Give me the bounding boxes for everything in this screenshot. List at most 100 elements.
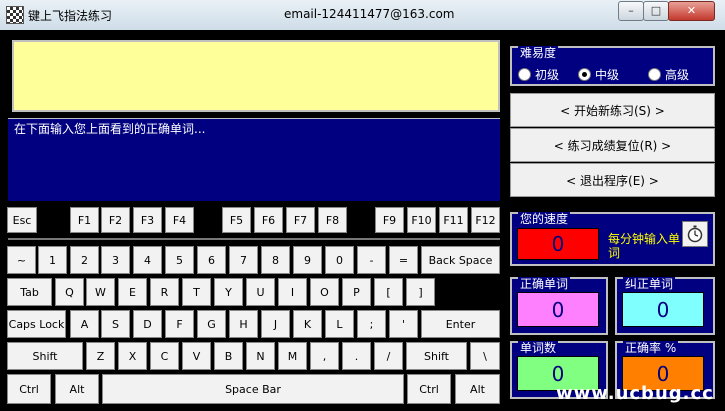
maximize-button[interactable]: □ [643, 1, 669, 21]
speed-unit: 每分钟输入单词 [608, 232, 681, 260]
key-w[interactable]: W [86, 278, 115, 306]
speed-label: 您的速度 [518, 212, 571, 226]
difficulty-advanced[interactable]: 高级 [648, 66, 689, 83]
key-gap [360, 207, 363, 233]
key-backspace[interactable]: Back Space [421, 246, 500, 274]
key-f8[interactable]: F8 [318, 207, 347, 233]
key-tab[interactable]: Tab [7, 278, 52, 306]
key-4[interactable]: 4 [133, 246, 162, 274]
key-left-bracket[interactable]: [ [374, 278, 403, 306]
key-6[interactable]: 6 [197, 246, 226, 274]
radio-icon [648, 68, 661, 81]
key-s[interactable]: S [101, 310, 130, 338]
key-left-ctrl[interactable]: Ctrl [7, 374, 51, 404]
key-f1[interactable]: F1 [70, 207, 99, 233]
key-f3[interactable]: F3 [133, 207, 162, 233]
correct-words-value: 0 [517, 292, 599, 327]
key-f12[interactable]: F12 [471, 207, 500, 233]
key-1[interactable]: 1 [38, 246, 67, 274]
key-q[interactable]: Q [55, 278, 84, 306]
typing-input[interactable] [10, 137, 500, 201]
exit-program-button[interactable]: < 退出程序(E) > [510, 163, 715, 197]
key-equals[interactable]: = [389, 246, 418, 274]
key-backslash[interactable]: \ [470, 342, 500, 370]
key-9[interactable]: 9 [293, 246, 322, 274]
key-left-shift[interactable]: Shift [7, 342, 83, 370]
key-f2[interactable]: F2 [101, 207, 130, 233]
key-right-shift[interactable]: Shift [406, 342, 467, 370]
timer-button[interactable] [682, 221, 708, 247]
key-p[interactable]: P [342, 278, 371, 306]
key-right-ctrl[interactable]: Ctrl [407, 374, 451, 404]
key-r[interactable]: R [150, 278, 179, 306]
key-7[interactable]: 7 [229, 246, 258, 274]
minimize-button[interactable]: – [618, 1, 644, 21]
key-f11[interactable]: F11 [439, 207, 468, 233]
key-right-bracket[interactable]: ] [406, 278, 435, 306]
correct-words-label: 正确单词 [518, 277, 571, 291]
key-g[interactable]: G [197, 310, 226, 338]
key-k[interactable]: K [293, 310, 322, 338]
difficulty-beginner[interactable]: 初级 [518, 66, 559, 83]
key-j[interactable]: J [261, 310, 290, 338]
key-2[interactable]: 2 [70, 246, 99, 274]
key-right-alt[interactable]: Alt [455, 374, 500, 404]
key-esc[interactable]: Esc [7, 207, 37, 233]
window-title: 键上飞指法练习 [28, 9, 113, 23]
keyboard-divider [8, 238, 500, 240]
reset-score-button[interactable]: < 练习成绩复位(R) > [510, 128, 715, 162]
key-f10[interactable]: F10 [407, 207, 436, 233]
key-e[interactable]: E [118, 278, 147, 306]
key-enter[interactable]: Enter [421, 310, 500, 338]
key-i[interactable]: I [278, 278, 307, 306]
key-z[interactable]: Z [86, 342, 115, 370]
key-u[interactable]: U [246, 278, 275, 306]
key-f6[interactable]: F6 [254, 207, 283, 233]
key-0[interactable]: 0 [325, 246, 354, 274]
key-a[interactable]: A [70, 310, 99, 338]
close-button[interactable]: ✕ [668, 1, 715, 21]
key-m[interactable]: M [278, 342, 307, 370]
key-v[interactable]: V [182, 342, 211, 370]
difficulty-intermediate[interactable]: 中级 [578, 66, 619, 83]
key-o[interactable]: O [310, 278, 339, 306]
key-l[interactable]: L [325, 310, 354, 338]
key-h[interactable]: H [229, 310, 258, 338]
key-f[interactable]: F [165, 310, 194, 338]
key-slash[interactable]: / [374, 342, 403, 370]
key-minus[interactable]: - [357, 246, 386, 274]
corrected-words-label: 纠正单词 [623, 277, 676, 291]
key-period[interactable]: . [342, 342, 371, 370]
title-bar: 键上飞指法练习 email-124411477@163.com – □ ✕ [0, 0, 725, 30]
key-x[interactable]: X [118, 342, 147, 370]
key-5[interactable]: 5 [165, 246, 194, 274]
key-f4[interactable]: F4 [165, 207, 194, 233]
difficulty-advanced-label: 高级 [665, 68, 690, 82]
key-3[interactable]: 3 [101, 246, 130, 274]
author-email: email-124411477@163.com [284, 7, 455, 21]
stopwatch-icon [687, 225, 703, 243]
key-gap [206, 207, 209, 233]
key-y[interactable]: Y [214, 278, 243, 306]
key-c[interactable]: C [150, 342, 179, 370]
key-comma[interactable]: , [310, 342, 339, 370]
key-left-alt[interactable]: Alt [55, 374, 99, 404]
key-f5[interactable]: F5 [222, 207, 251, 233]
key-quote[interactable]: ' [389, 310, 418, 338]
accuracy-label: 正确率 % [623, 341, 679, 355]
key-b[interactable]: B [214, 342, 243, 370]
difficulty-group: 难易度 初级 中级 高级 [510, 46, 715, 86]
key-gap [52, 207, 55, 233]
key-d[interactable]: D [133, 310, 162, 338]
input-instructions: 在下面输入您上面看到的正确单词... [14, 122, 206, 136]
key-capslock[interactable]: Caps Lock [7, 310, 66, 338]
key-f7[interactable]: F7 [286, 207, 315, 233]
key-n[interactable]: N [246, 342, 275, 370]
start-practice-button[interactable]: < 开始新练习(S) > [510, 93, 715, 127]
key-t[interactable]: T [182, 278, 211, 306]
key-semicolon[interactable]: ; [357, 310, 386, 338]
key-spacebar[interactable]: Space Bar [102, 374, 404, 404]
key-f9[interactable]: F9 [375, 207, 404, 233]
key-tilde[interactable]: ~ [7, 246, 36, 274]
key-8[interactable]: 8 [261, 246, 290, 274]
